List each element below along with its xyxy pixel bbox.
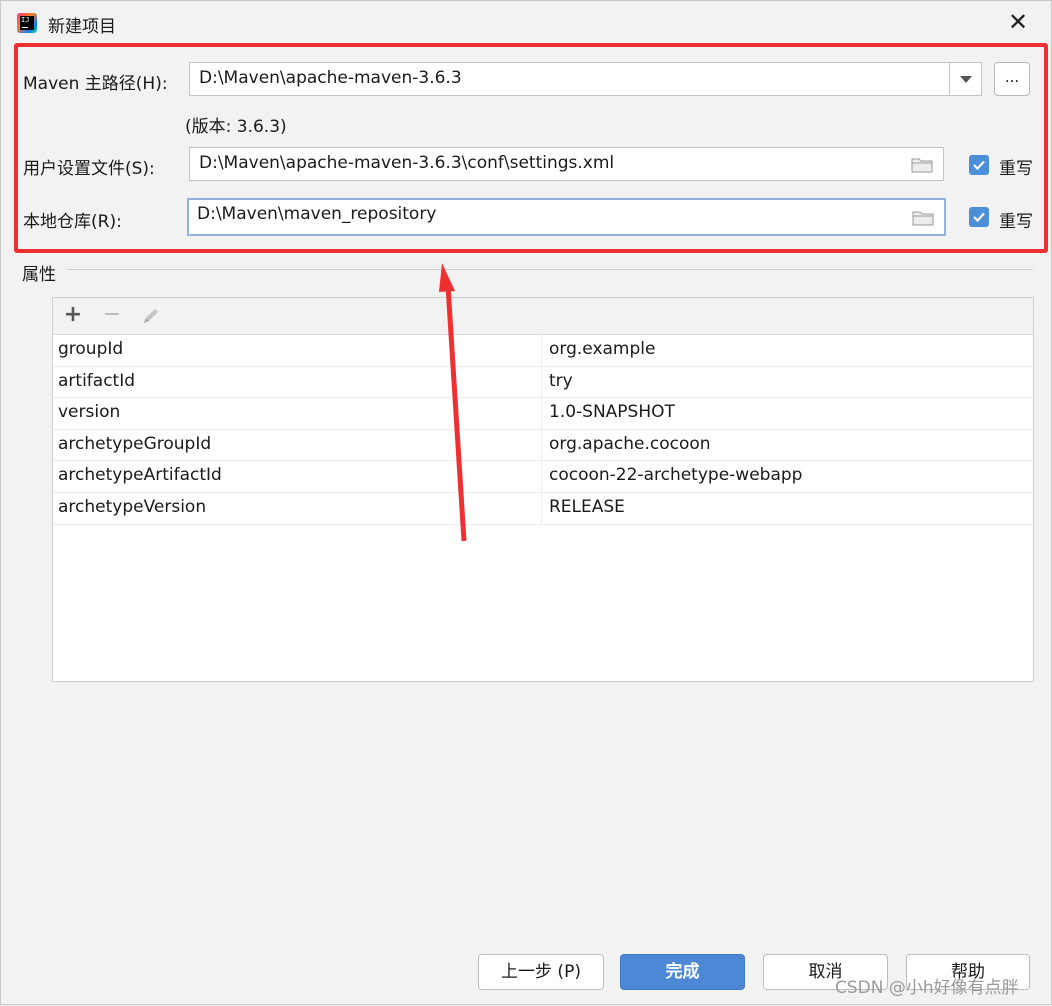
checkmark-icon: [973, 160, 985, 171]
title-bar: IJ 新建项目 ✕: [1, 1, 1051, 45]
column-separator: [541, 429, 542, 461]
intellij-app-icon: IJ: [17, 13, 37, 33]
table-row[interactable]: archetypeGroupId org.apache.cocoon: [53, 429, 1033, 462]
local-repo-label: 本地仓库(R):: [23, 212, 122, 232]
property-key: version: [58, 402, 121, 423]
watermark-text: CSDN @小h好像有点胖: [835, 978, 1019, 998]
property-key: artifactId: [58, 370, 136, 391]
property-value: 1.0-SNAPSHOT: [549, 402, 675, 423]
table-row[interactable]: archetypeArtifactId cocoon-22-archetype-w…: [53, 461, 1033, 493]
local-repo-override-label: 重写: [999, 212, 1033, 232]
property-key: archetypeVersion: [58, 497, 207, 517]
property-value: RELEASE: [549, 497, 625, 517]
property-value: org.apache.cocoon: [549, 433, 711, 454]
user-settings-value: D:\Maven\apache-maven-3.6.3\conf\setting…: [199, 153, 615, 173]
column-separator: [541, 335, 542, 366]
user-settings-field[interactable]: D:\Maven\apache-maven-3.6.3\conf\setting…: [189, 147, 944, 181]
new-project-dialog: IJ 新建项目 ✕ Maven 主路径(H): D:\Maven\apache-…: [0, 0, 1052, 1005]
property-value: cocoon-22-archetype-webapp: [549, 465, 803, 486]
folder-icon[interactable]: [911, 157, 933, 173]
remove-icon[interactable]: −: [100, 304, 124, 328]
maven-version-text: (版本: 3.6.3): [185, 117, 287, 137]
property-key: archetypeGroupId: [58, 433, 212, 454]
browse-maven-home-button[interactable]: ...: [994, 62, 1030, 96]
property-value: try: [549, 370, 573, 391]
maven-home-combo[interactable]: D:\Maven\apache-maven-3.6.3: [189, 62, 982, 96]
properties-toolbar: + −: [53, 298, 1033, 335]
finish-button[interactable]: 完成: [620, 954, 745, 990]
section-divider: [67, 269, 1033, 270]
dropdown-arrow-icon[interactable]: [949, 63, 981, 95]
checkmark-icon: [973, 212, 985, 223]
user-settings-label: 用户设置文件(S):: [23, 159, 155, 179]
maven-home-value: D:\Maven\apache-maven-3.6.3: [199, 68, 462, 88]
previous-button[interactable]: 上一步 (P): [478, 954, 604, 990]
add-icon[interactable]: +: [61, 304, 85, 328]
property-key: archetypeArtifactId: [58, 465, 222, 486]
table-row[interactable]: groupId org.example: [53, 335, 1033, 367]
local-repo-field[interactable]: D:\Maven\maven_repository: [187, 198, 946, 236]
column-separator: [541, 461, 542, 492]
folder-icon[interactable]: [912, 210, 934, 226]
table-row[interactable]: archetypeVersion RELEASE: [53, 493, 1033, 525]
user-settings-override-checkbox[interactable]: [969, 155, 989, 175]
property-value: org.example: [549, 339, 656, 359]
column-separator: [541, 398, 542, 429]
table-row[interactable]: artifactId try: [53, 366, 1033, 399]
local-repo-override-checkbox[interactable]: [969, 207, 989, 227]
window-title: 新建项目: [48, 17, 116, 37]
user-settings-override-label: 重写: [999, 159, 1033, 179]
edit-icon[interactable]: [139, 304, 163, 328]
properties-table: + − groupId org.example artifactId try versi…: [52, 297, 1034, 682]
table-row[interactable]: version 1.0-SNAPSHOT: [53, 398, 1033, 430]
column-separator: [541, 366, 542, 398]
column-separator: [541, 493, 542, 524]
close-icon[interactable]: ✕: [1005, 10, 1031, 36]
property-key: groupId: [58, 339, 124, 359]
properties-section-title: 属性: [22, 265, 56, 285]
maven-home-label: Maven 主路径(H):: [23, 74, 168, 94]
local-repo-value: D:\Maven\maven_repository: [197, 204, 437, 224]
